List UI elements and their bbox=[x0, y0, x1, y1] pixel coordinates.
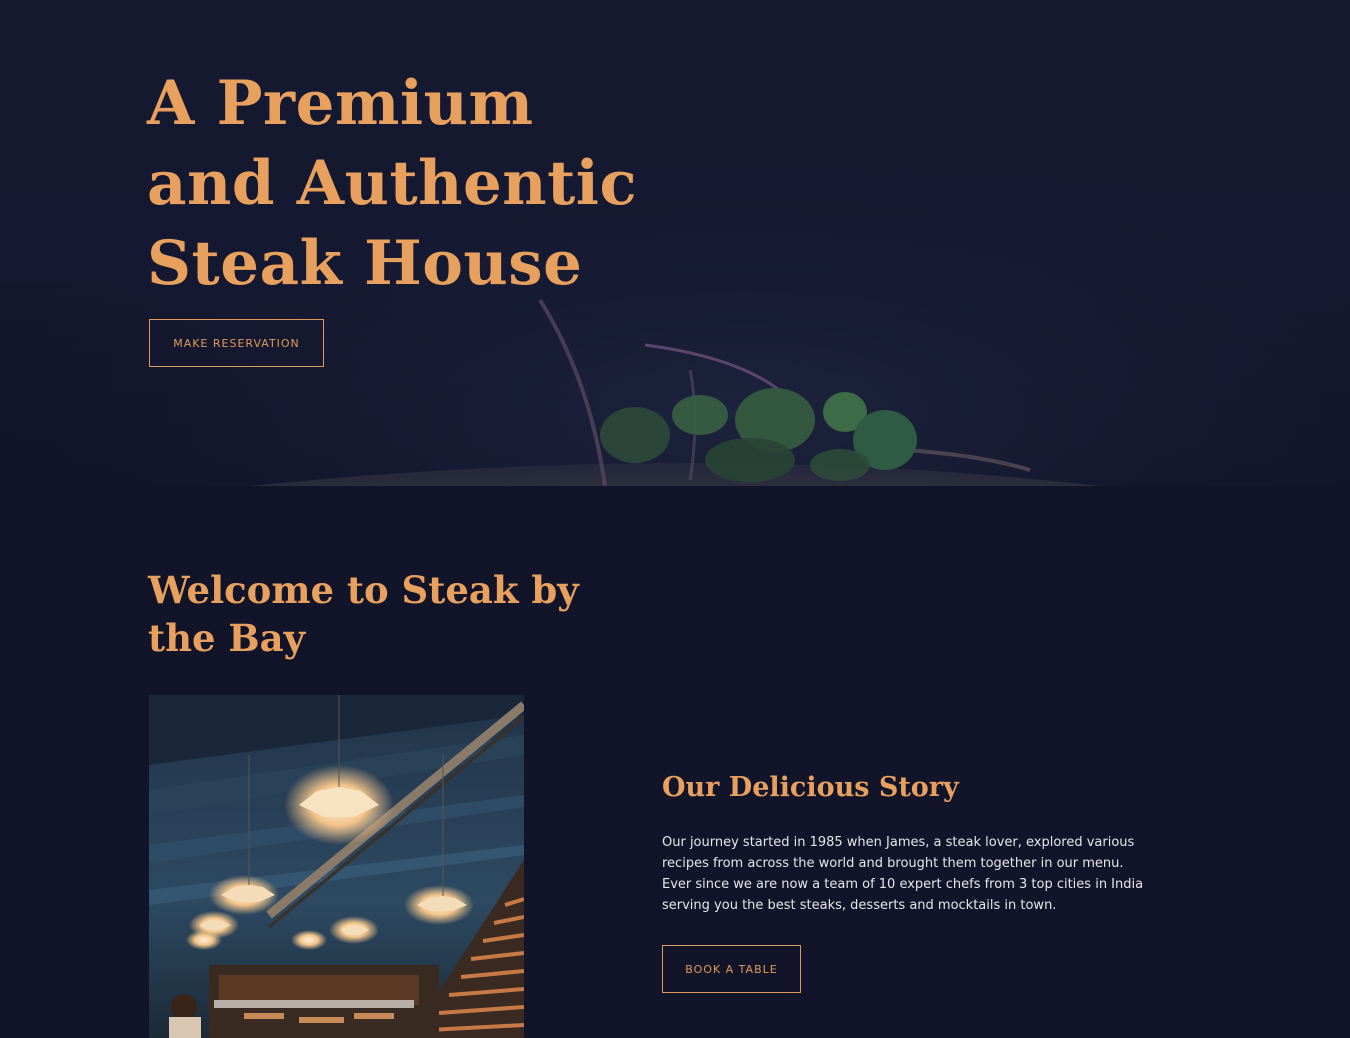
hero-heading-line: A Premium bbox=[147, 68, 534, 139]
story-paragraph: Our journey started in 1985 when James, … bbox=[662, 835, 1144, 913]
hero-heading-line: and Authentic bbox=[147, 148, 638, 219]
welcome-heading-line: the Bay bbox=[148, 616, 306, 660]
make-reservation-button[interactable]: MAKE RESERVATION bbox=[149, 319, 324, 367]
restaurant-interior-image bbox=[149, 695, 524, 1038]
hero-heading-line: Steak House bbox=[147, 228, 583, 299]
restaurant-interior-illustration bbox=[149, 695, 524, 1038]
story-heading: Our Delicious Story bbox=[662, 772, 959, 803]
hero-heading: A Premium and Authentic Steak House bbox=[147, 64, 637, 304]
welcome-heading-line: Welcome to Steak by bbox=[148, 568, 579, 612]
hero-section: A Premium and Authentic Steak House MAKE… bbox=[0, 0, 1350, 486]
welcome-heading: Welcome to Steak by the Bay bbox=[148, 566, 618, 662]
book-table-button[interactable]: BOOK A TABLE bbox=[662, 945, 801, 993]
